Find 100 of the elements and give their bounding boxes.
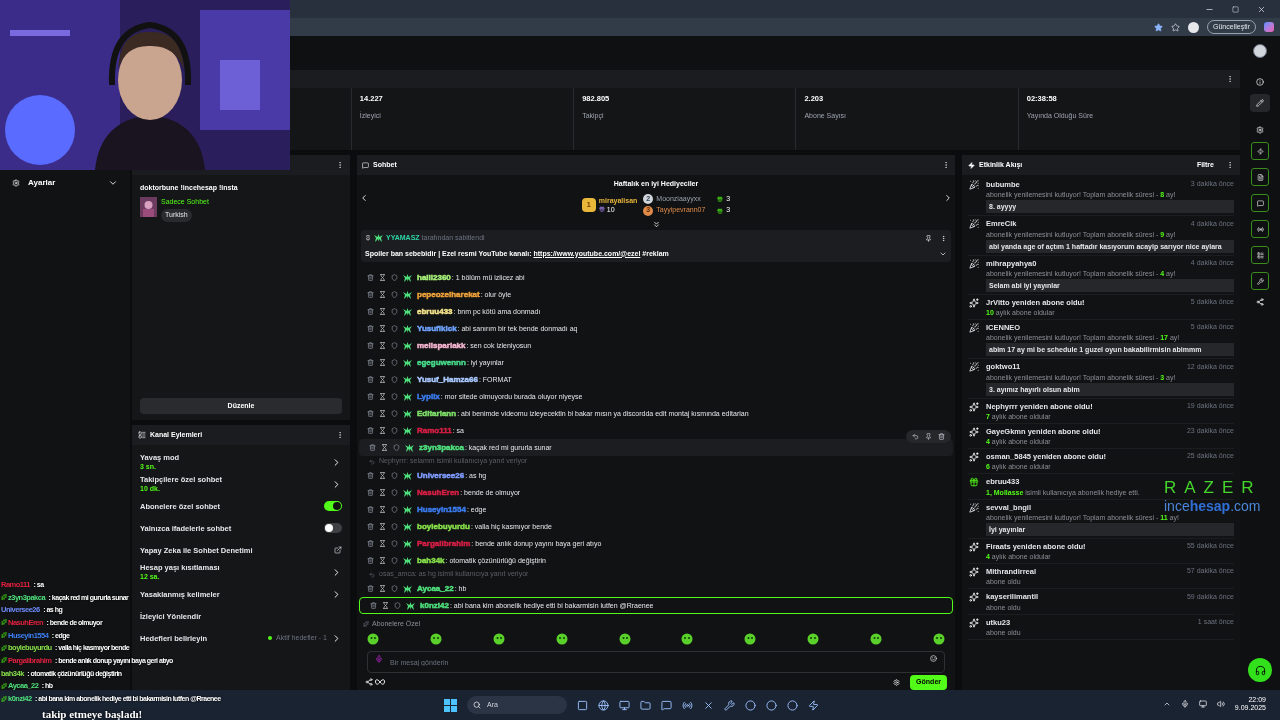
username[interactable]: z3yn3pakca: [419, 443, 464, 452]
favorites-icon[interactable]: [1171, 22, 1181, 32]
shield-icon[interactable]: [391, 427, 398, 434]
circle-icon[interactable]: [745, 699, 756, 711]
trash-icon[interactable]: [367, 585, 374, 592]
smile-icon[interactable]: [930, 654, 937, 662]
more-icon[interactable]: [942, 161, 950, 169]
hourglass-icon[interactable]: [379, 506, 386, 513]
shield-icon[interactable]: [391, 393, 398, 400]
hourglass-icon[interactable]: [379, 291, 386, 298]
chevron-up-icon[interactable]: [1162, 700, 1171, 708]
trash-icon[interactable]: [367, 342, 374, 349]
toggle-switch[interactable]: [324, 523, 342, 533]
trash-icon[interactable]: [367, 523, 374, 530]
shield-icon[interactable]: [391, 274, 398, 281]
trash-icon[interactable]: [367, 557, 374, 564]
hourglass-icon[interactable]: [379, 427, 386, 434]
collapse-icon[interactable]: [651, 220, 661, 229]
pin-icon[interactable]: [925, 433, 932, 440]
username[interactable]: Ramo111: [417, 426, 452, 435]
maximize-icon[interactable]: [1232, 5, 1239, 13]
shield-icon[interactable]: [391, 342, 398, 349]
username[interactable]: egeguwennn: [417, 358, 466, 367]
shield-icon[interactable]: [391, 523, 398, 530]
username[interactable]: NasuhEren: [417, 488, 460, 497]
shield-icon[interactable]: [391, 325, 398, 332]
rail-button[interactable]: [1251, 272, 1269, 290]
emote-icon[interactable]: [681, 632, 694, 645]
shield-icon[interactable]: [391, 376, 398, 383]
rail-button[interactable]: [1251, 194, 1269, 212]
circle-icon[interactable]: [766, 699, 777, 711]
emote-icon[interactable]: [429, 632, 442, 645]
hourglass-icon[interactable]: [379, 585, 386, 592]
rail-button[interactable]: [1251, 142, 1269, 160]
shield-icon[interactable]: [391, 506, 398, 513]
chevron-left-icon[interactable]: [359, 192, 369, 203]
rail-button[interactable]: [1251, 220, 1269, 238]
hourglass-icon[interactable]: [379, 540, 386, 547]
hourglass-icon[interactable]: [379, 410, 386, 417]
trash-icon[interactable]: [367, 540, 374, 547]
more-icon[interactable]: [1226, 75, 1234, 83]
shield-icon[interactable]: [391, 489, 398, 496]
username[interactable]: ebruu433: [417, 307, 453, 316]
hourglass-icon[interactable]: [379, 274, 386, 281]
hourglass-icon[interactable]: [379, 393, 386, 400]
wrench-icon[interactable]: [724, 699, 735, 711]
username[interactable]: pepeozelharekat: [417, 290, 480, 299]
username[interactable]: halil2360: [417, 273, 451, 282]
monitor-icon[interactable]: [619, 699, 630, 711]
hourglass-icon[interactable]: [379, 472, 386, 479]
broadcast-icon[interactable]: [682, 699, 693, 711]
emote-icon[interactable]: [870, 632, 882, 645]
emote-icon[interactable]: [492, 632, 505, 645]
rail-button[interactable]: [1251, 168, 1269, 186]
trash-icon[interactable]: [370, 602, 377, 609]
more-icon[interactable]: [336, 431, 344, 439]
info-icon[interactable]: [1256, 78, 1264, 86]
trash-icon[interactable]: [367, 472, 374, 479]
settings-icon[interactable]: [1256, 126, 1264, 134]
microphone-icon[interactable]: [1180, 700, 1189, 708]
more-icon[interactable]: [336, 161, 344, 169]
hourglass-icon[interactable]: [379, 342, 386, 349]
hourglass-icon[interactable]: [379, 308, 386, 315]
reply-icon[interactable]: [912, 433, 919, 440]
globe-icon[interactable]: [598, 699, 609, 711]
hourglass-icon[interactable]: [379, 489, 386, 496]
username[interactable]: Huseyin1554: [417, 505, 466, 514]
trash-icon[interactable]: [367, 506, 374, 513]
shield-icon[interactable]: [391, 359, 398, 366]
trash-icon[interactable]: [369, 444, 376, 451]
hourglass-icon[interactable]: [382, 602, 389, 609]
hourglass-icon[interactable]: [379, 359, 386, 366]
trash-icon[interactable]: [367, 393, 374, 400]
trash-icon[interactable]: [367, 325, 374, 332]
shield-icon[interactable]: [391, 540, 398, 547]
settings-icon[interactable]: [893, 678, 901, 686]
emote-icon[interactable]: [932, 632, 945, 645]
share-icon[interactable]: [365, 678, 373, 686]
trash-icon[interactable]: [367, 308, 374, 315]
more-icon[interactable]: [1226, 161, 1234, 169]
infinity-icon[interactable]: [375, 679, 385, 685]
shield-icon[interactable]: [391, 291, 398, 298]
emote-icon[interactable]: [744, 632, 757, 645]
emote-icon[interactable]: [367, 632, 379, 645]
lightning-icon[interactable]: [808, 699, 819, 711]
chat-icon[interactable]: [661, 699, 672, 711]
shield-icon[interactable]: [394, 602, 401, 609]
toggle-switch[interactable]: [324, 501, 342, 511]
emote-icon[interactable]: [618, 632, 631, 645]
profile-avatar[interactable]: [1188, 21, 1200, 33]
edit-button[interactable]: [1250, 94, 1270, 112]
trash-icon[interactable]: [367, 376, 374, 383]
trash-icon[interactable]: [367, 291, 374, 298]
username[interactable]: Universee26: [417, 471, 465, 480]
shield-icon[interactable]: [391, 472, 398, 479]
trash-icon[interactable]: [367, 410, 374, 417]
shield-icon[interactable]: [391, 308, 398, 315]
username[interactable]: boylebuyurdu: [417, 522, 470, 531]
close-icon[interactable]: [1257, 4, 1266, 14]
pin-icon[interactable]: [925, 234, 932, 242]
